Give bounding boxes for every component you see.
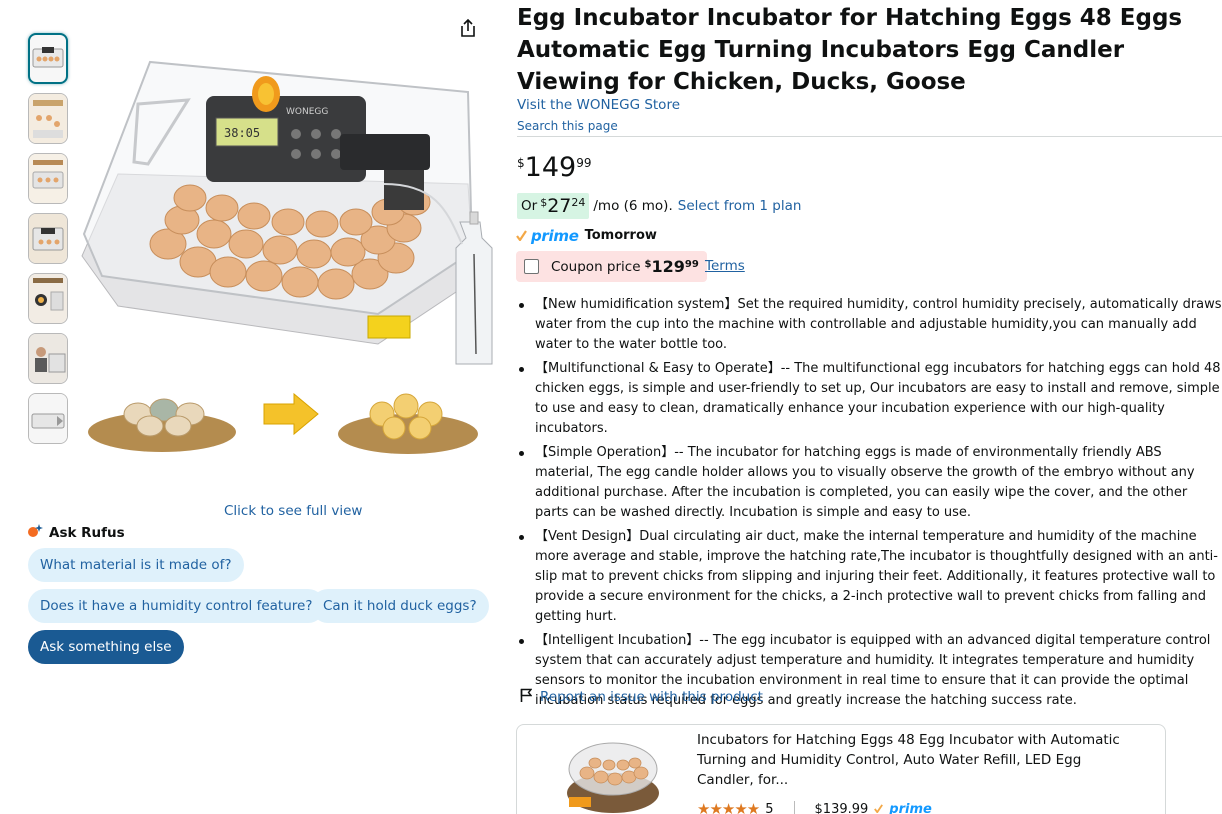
report-issue-link[interactable]: Report an issue with this product [520,688,763,706]
monthly-whole: 27 [547,195,572,217]
select-plan-link[interactable]: Select from 1 plan [678,198,802,214]
full-view-link[interactable]: Click to see full view [224,503,362,519]
main-product-image[interactable]: 38:05 WONEGG [78,44,496,464]
price-fraction: 99 [576,156,592,170]
store-link[interactable]: Visit the WONEGG Store [517,97,680,113]
thumbnail-4[interactable] [28,213,68,264]
title-divider [517,136,1222,137]
sponsored-prime-check-icon [874,802,884,814]
search-page-link[interactable]: Search this page [517,119,618,133]
prime-check-icon [516,226,527,245]
svg-text:38:05: 38:05 [224,126,260,140]
monthly-symbol: $ [540,196,548,209]
monthly-fraction: 24 [571,196,586,209]
monthly-payment: Or $ 27 24 /mo (6 mo). Select from 1 pla… [517,193,801,219]
rufus-question-material[interactable]: What material is it made of? [28,548,244,582]
meta-separator [793,801,795,814]
sponsored-prime-logo: prime [889,801,932,814]
svg-text:WONEGG: WONEGG [286,107,328,117]
sponsored-price: $139.99 [814,801,869,814]
coupon-fraction: 99 [684,258,699,270]
rating-stars: ★★★★★ [697,800,760,814]
coupon-whole: 129 [651,256,685,276]
rufus-icon [28,523,43,542]
feature-bullet: 【Multifunctional & Easy to Operate】-- Th… [517,359,1222,439]
feature-bullet: 【Simple Operation】-- The incubator for h… [517,443,1222,523]
sponsored-product-image[interactable] [563,735,663,814]
feature-bullet: 【Vent Design】Dual circulating air duct, … [517,527,1222,627]
feature-bullets: 【New humidification system】Set the requi… [517,295,1222,715]
flag-icon [520,688,533,706]
thumbnail-5[interactable] [28,273,68,324]
coupon-checkbox[interactable] [524,259,539,274]
coupon-symbol: $ [644,258,652,270]
product-price: $ 149 99 [517,150,591,186]
rufus-question-humidity[interactable]: Does it have a humidity control feature? [28,589,325,623]
prime-logo: prime [531,226,579,245]
price-symbol: $ [517,156,525,170]
sponsored-product-meta: ★★★★★ 5 $139.99 prime [697,800,932,814]
monthly-price-badge: Or $ 27 24 [517,193,590,219]
sponsored-product-title[interactable]: Incubators for Hatching Eggs 48 Egg Incu… [697,730,1137,790]
thumbnail-6[interactable] [28,333,68,384]
monthly-term: /mo (6 mo). [593,198,673,214]
thumbnail-strip [28,33,68,453]
monthly-or: Or [521,198,538,214]
rufus-title: Ask Rufus [49,524,125,541]
rufus-header: Ask Rufus [28,523,125,542]
feature-bullet: 【New humidification system】Set the requi… [517,295,1222,355]
coupon-label: Coupon price [551,258,641,275]
prime-delivery: prime Tomorrow [516,226,657,245]
coupon-box[interactable]: Coupon price $ 129 99 [516,251,707,282]
rufus-ask-else-button[interactable]: Ask something else [28,630,184,664]
rating-count: 5 [765,801,774,814]
rufus-question-duck-eggs[interactable]: Can it hold duck eggs? [311,589,489,623]
thumbnail-3[interactable] [28,153,68,204]
thumbnail-1[interactable] [28,33,68,84]
thumbnail-7[interactable] [28,393,68,444]
delivery-day: Tomorrow [584,228,657,243]
coupon-terms-link[interactable]: Terms [705,258,745,274]
coupon-price: $ 129 99 [644,256,699,276]
share-icon[interactable] [458,18,478,38]
price-whole: 149 [524,152,577,183]
thumbnail-2[interactable] [28,93,68,144]
product-title: Egg Incubator Incubator for Hatching Egg… [517,5,1183,95]
sponsored-product-card[interactable]: Incubators for Hatching Eggs 48 Egg Incu… [516,724,1166,814]
report-issue-label: Report an issue with this product [540,689,763,705]
